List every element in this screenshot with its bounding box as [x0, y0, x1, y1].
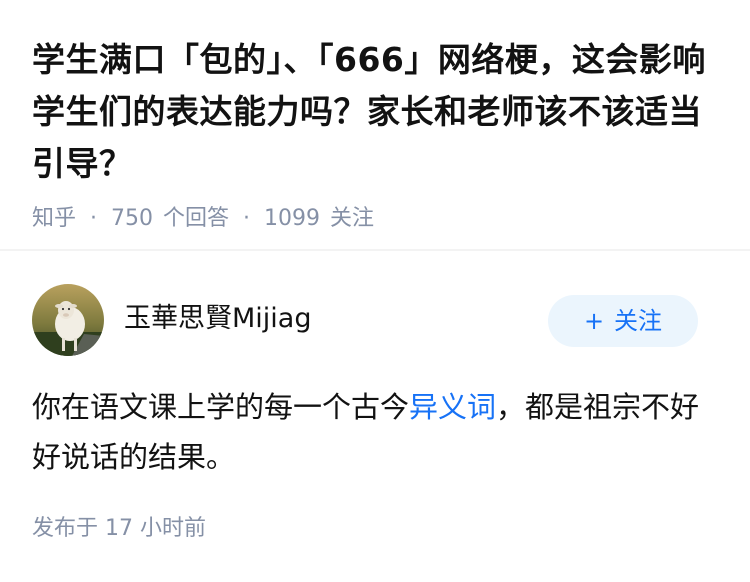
section-divider [0, 249, 750, 251]
follower-count-label: 关注 [330, 206, 375, 231]
answer-content: 你在语文课上学的每一个古今异义词，都是祖宗不好好说话的结果。 [32, 382, 712, 482]
question-header: 学生满口「包的」、「666」网络梗，这会影响学生们的表达能力吗？家长和老师该不该… [32, 34, 722, 234]
answer-text: 你在语文课上学的每一个古今 [32, 390, 410, 424]
author-row: 玉華思賢Mijiag + 关注 [32, 284, 698, 356]
answer-count: 750 [111, 206, 154, 231]
follow-button[interactable]: + 关注 [548, 295, 698, 347]
follow-button-label: 关注 [614, 307, 663, 335]
keyword-link[interactable]: 异义词 [409, 390, 496, 424]
meta-separator: · [243, 206, 251, 231]
sheep-avatar-icon [32, 284, 104, 356]
site-name[interactable]: 知乎 [32, 204, 76, 234]
question-title[interactable]: 学生满口「包的」、「666」网络梗，这会影响学生们的表达能力吗？家长和老师该不该… [32, 34, 722, 190]
plus-icon: + [583, 307, 605, 335]
publish-time: 发布于 17 小时前 [32, 516, 206, 541]
question-meta: 知乎 · 750 个回答 · 1099 关注 [32, 204, 722, 234]
meta-separator: · [90, 206, 98, 231]
author-name[interactable]: 玉華思賢Mijiag [124, 302, 311, 336]
follower-count: 1099 [264, 206, 321, 231]
author-avatar[interactable] [32, 284, 104, 356]
answer-count-label[interactable]: 个回答 [163, 204, 229, 234]
